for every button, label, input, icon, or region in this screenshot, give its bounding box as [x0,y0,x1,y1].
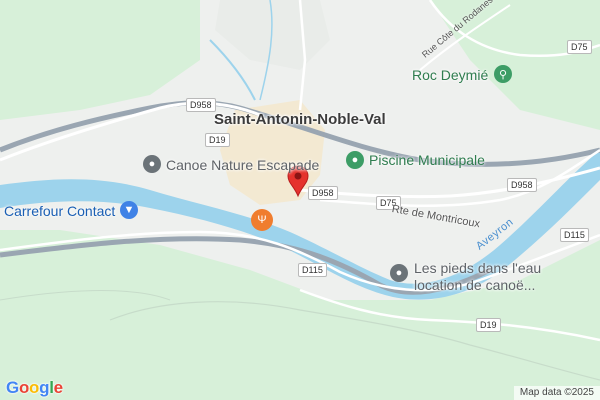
road-shield-d115: D115 [560,228,589,242]
logo-letter: G [6,378,19,397]
road-shield-d19: D19 [476,318,501,332]
poi-les-pieds-dans-leau[interactable]: Les pieds dans l'eau [414,260,541,276]
logo-letter: o [29,378,40,397]
restaurant-icon[interactable]: Ψ [251,209,273,231]
hiking-icon[interactable]: ⚲ [494,65,512,83]
google-logo: Google [6,378,63,398]
south-trail [109,301,600,381]
south-trail-2 [0,290,171,301]
road-shield-d958: D958 [186,98,216,112]
road-shield-d75: D75 [567,40,592,54]
poi-canoe-nature-escapade[interactable]: Canoe Nature Escapade [166,157,319,173]
road-shield-d115: D115 [298,263,327,277]
road-shield-d958: D958 [507,178,537,192]
map-attribution[interactable]: Map data ©2025 [513,386,600,400]
landmark-icon[interactable]: ● [143,155,161,173]
poi-piscine-municipale[interactable]: Piscine Municipale [369,152,485,168]
logo-letter: g [39,378,50,397]
pool-icon[interactable]: ● [346,151,364,169]
logo-letter: e [53,378,63,397]
road-shield-d19: D19 [205,133,230,147]
road-shield-d958: D958 [308,186,338,200]
shopping-cart-icon[interactable]: ▼ [120,201,138,219]
landmark-icon[interactable]: ● [390,264,408,282]
poi-carrefour-contact[interactable]: Carrefour Contact [4,203,115,219]
poi-location-de-canoe[interactable]: location de canoë... [414,277,535,293]
town-label[interactable]: Saint-Antonin-Noble-Val [214,111,386,128]
logo-letter: o [18,378,30,397]
poi-roc-deymie[interactable]: Roc Deymié [412,67,488,83]
map-canvas[interactable] [0,0,600,400]
map-view[interactable]: D958 D19 D958 D75 D75 D958 D115 D115 D19… [0,0,600,400]
